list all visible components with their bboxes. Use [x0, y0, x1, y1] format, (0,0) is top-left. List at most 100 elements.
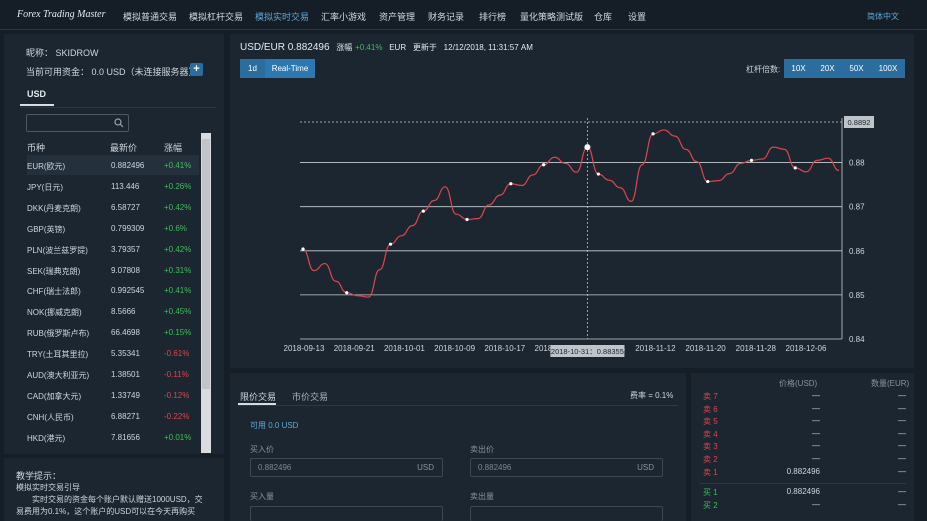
- currency-change: -0.61%: [164, 349, 190, 359]
- data-point: [542, 163, 546, 167]
- bid-level-label: 买 2: [703, 500, 718, 510]
- currency-row[interactable]: HKD(港元) 7.81656 +0.01%: [27, 427, 199, 447]
- book-qty-header: 数量(EUR): [871, 379, 910, 388]
- currency-price: 3.79357: [111, 244, 140, 254]
- tab-limit-order[interactable]: 限价交易: [240, 390, 276, 403]
- ask-level-label: 卖 1: [703, 467, 718, 477]
- search-icon: [114, 118, 124, 128]
- data-point: [509, 182, 513, 186]
- sell-qty-input[interactable]: [470, 506, 663, 521]
- currency-row[interactable]: RUB(俄罗斯卢布) 66.4698 +0.15%: [27, 322, 199, 342]
- buy-price-unit: USD: [417, 463, 434, 472]
- currency-name: TRY(土耳其里拉): [27, 350, 89, 360]
- scrollbar-thumb[interactable]: [202, 139, 210, 389]
- ask-level-label: 卖 5: [703, 417, 718, 427]
- price-chart[interactable]: 0.84 0.85 0.86 0.87 0.88 2018-09-13 2018-09-21…: [230, 34, 914, 368]
- add-funds-button[interactable]: +: [190, 63, 203, 76]
- currency-change: +0.6%: [164, 223, 187, 233]
- language-switch[interactable]: 简体中文: [867, 11, 899, 22]
- ask-price: —: [812, 454, 820, 463]
- sell-price-unit: USD: [637, 463, 654, 472]
- currency-name: CAD(加拿大元): [27, 391, 82, 401]
- ask-price: —: [812, 416, 820, 426]
- buy-qty-input[interactable]: [250, 506, 443, 521]
- book-divider: [699, 483, 906, 484]
- currency-price: 7.81656: [111, 432, 140, 442]
- col-change: 涨幅: [164, 143, 183, 153]
- tips-title: 教学提示：: [16, 471, 62, 481]
- currency-row[interactable]: GBP(英镑) 0.799309 +0.6%: [27, 218, 199, 238]
- currency-change: +0.41%: [164, 161, 192, 170]
- tab-market-order[interactable]: 市价交易: [292, 390, 328, 403]
- ask-level-label: 卖 2: [703, 455, 718, 464]
- nav-warehouse[interactable]: 仓库: [594, 10, 612, 23]
- currency-price: 0.799309: [111, 223, 145, 233]
- divider: [20, 107, 216, 108]
- sell-price-label: 卖出价: [470, 445, 494, 454]
- currency-row[interactable]: PLN(波兰兹罗提) 3.79357 +0.42%: [27, 239, 199, 259]
- currency-change: +0.42%: [164, 244, 192, 254]
- list-scrollbar[interactable]: [201, 133, 211, 453]
- ask-level-label: 卖 7: [703, 392, 718, 401]
- currency-row[interactable]: EUR(欧元) 0.882496 +0.41%: [27, 155, 199, 175]
- currency-name: HKD(港元): [27, 433, 66, 443]
- nav-settings[interactable]: 设置: [628, 10, 646, 23]
- currency-price: 66.4698: [111, 328, 140, 338]
- currency-change: +0.41%: [164, 286, 192, 296]
- currency-panel: 昵称： SKIDROW 当前可用资金： 0.0 USD（未连接服务器） + US…: [4, 34, 224, 454]
- fee-rate: 费率 = 0.1%: [630, 391, 674, 400]
- currency-row[interactable]: TRY(土耳其里拉) 5.35341 -0.61%: [27, 343, 199, 363]
- nickname: 昵称： SKIDROW: [26, 48, 99, 58]
- nav-finance-records[interactable]: 财务记录: [428, 10, 464, 23]
- currency-row[interactable]: JPY(日元) 113.446 +0.26%: [27, 176, 199, 196]
- divider: [238, 405, 678, 406]
- currency-row[interactable]: NOK(挪威克朗) 8.5666 +0.45%: [27, 301, 199, 321]
- x-tick-label: 2018-11-28: [736, 344, 777, 353]
- ask-qty: —: [898, 428, 906, 438]
- currency-row[interactable]: DKK(丹麦克朗) 6.58727 +0.42%: [27, 197, 199, 217]
- nav-realtime-trade[interactable]: 模拟实时交易: [255, 10, 309, 23]
- nav-asset-management[interactable]: 资产管理: [379, 10, 415, 23]
- currency-row[interactable]: CNH(人民币) 6.88271 -0.22%: [27, 406, 199, 426]
- currency-price: 113.446: [111, 181, 140, 191]
- currency-change: -0.22%: [164, 411, 190, 421]
- currency-row[interactable]: AUD(澳大利亚元) 1.38501 -0.11%: [27, 364, 199, 384]
- currency-name: JPY(日元): [27, 182, 63, 192]
- currency-row[interactable]: SEK(瑞典克朗) 9.07808 +0.31%: [27, 260, 199, 280]
- ask-price: —: [812, 403, 820, 413]
- data-point: [596, 172, 600, 176]
- app-logo: Forex Trading Master: [17, 9, 106, 20]
- ask-price: —: [812, 441, 820, 451]
- series-line: [302, 129, 840, 298]
- currency-price: 0.992545: [111, 286, 145, 296]
- tips-line-1: 模拟实时交易引导: [16, 483, 80, 492]
- tab-underline: [20, 104, 54, 106]
- col-currency: 币种: [27, 143, 46, 153]
- nav-quant-strategy[interactable]: 量化策略测试版: [520, 10, 583, 23]
- nav-rate-game[interactable]: 汇率小游戏: [321, 10, 366, 23]
- currency-change: +0.01%: [164, 432, 192, 442]
- buy-price-input[interactable]: 0.882496 USD: [250, 458, 443, 477]
- bid-price: —: [812, 499, 820, 509]
- currency-price: 6.58727: [111, 202, 140, 212]
- tab-usd[interactable]: USD: [27, 89, 46, 99]
- data-point: [706, 179, 710, 184]
- currency-price: 5.35341: [111, 349, 140, 359]
- nav-normal-trade[interactable]: 模拟普通交易: [123, 10, 177, 23]
- currency-search-input[interactable]: [26, 114, 129, 132]
- data-point: [651, 132, 655, 136]
- currency-price: 1.33749: [111, 390, 140, 400]
- buy-price-label: 买入价: [250, 445, 274, 454]
- currency-price: 1.38501: [111, 370, 140, 379]
- nav-leverage-trade[interactable]: 模拟杠杆交易: [189, 10, 243, 23]
- y-tick-label: 0.84: [849, 335, 865, 344]
- sell-price-input[interactable]: 0.882496 USD: [470, 458, 663, 477]
- currency-change: -0.11%: [164, 370, 189, 379]
- nav-leaderboard[interactable]: 排行榜: [479, 10, 506, 23]
- buy-qty-label: 买入量: [250, 492, 274, 501]
- currency-price: 0.882496: [111, 161, 145, 170]
- crosshair-label: 2018-10-31：0.88355: [551, 347, 624, 356]
- currency-row[interactable]: CAD(加拿大元) 1.33749 -0.12%: [27, 385, 199, 405]
- currency-row[interactable]: CHF(瑞士法郎) 0.992545 +0.41%: [27, 280, 199, 300]
- data-point: [301, 247, 305, 251]
